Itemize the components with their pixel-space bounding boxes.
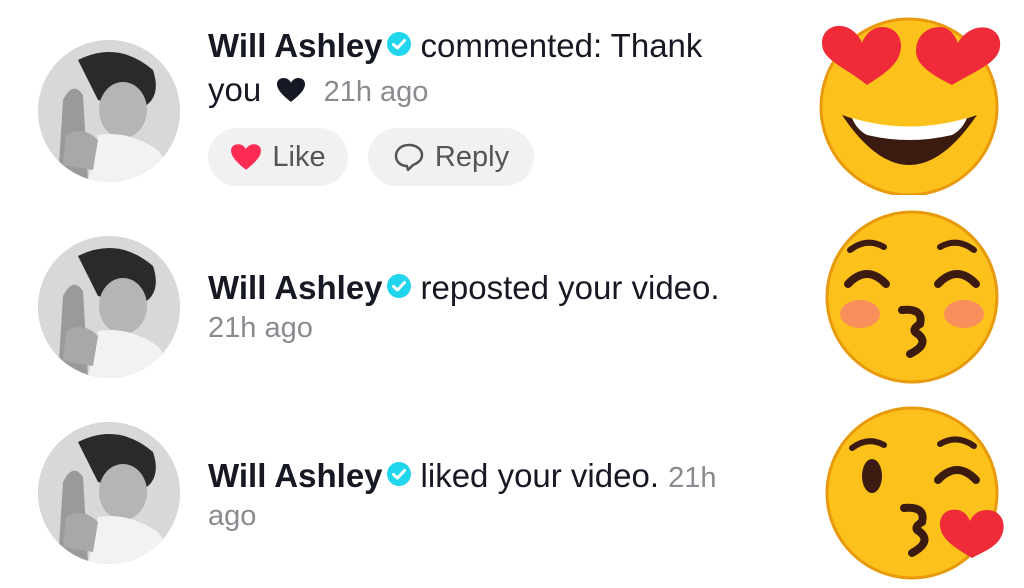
timestamp-part2: ago (208, 500, 257, 532)
action-text: reposted your video. (420, 269, 720, 306)
kissing-blush-emoji-icon (822, 202, 1002, 392)
notification-text-line2: you 21h ago (208, 68, 428, 114)
notification-time-line: ago (208, 492, 256, 538)
reply-label: Reply (434, 140, 510, 173)
avatar-photo (38, 40, 180, 182)
timestamp: 21h ago (323, 76, 429, 108)
speech-bubble-icon (394, 143, 424, 172)
notification-text: Will Ashley liked your video. 21h (208, 454, 717, 500)
verified-badge-icon (386, 32, 411, 56)
heart-eyes-emoji-icon (812, 5, 1007, 200)
action-text: commented: Thank (420, 27, 703, 64)
avatar-photo (38, 236, 180, 378)
avatar[interactable] (38, 40, 180, 182)
username[interactable]: Will Ashley (208, 269, 383, 306)
verified-badge-icon (386, 274, 411, 298)
action-text-cont: you (208, 71, 262, 108)
action-text: liked your video. (420, 457, 659, 494)
avatar[interactable] (38, 422, 180, 564)
avatar[interactable] (38, 236, 180, 378)
notification-time-line: 21h ago (208, 304, 313, 350)
timestamp: 21h ago (208, 312, 313, 344)
notification-text: Will Ashley commented: Thank (208, 24, 702, 68)
username[interactable]: Will Ashley (208, 457, 383, 494)
like-button[interactable]: Like (208, 128, 348, 186)
verified-badge-icon (386, 462, 411, 486)
heart-icon (231, 144, 262, 170)
kiss-wink-heart-emoji-icon (822, 398, 1017, 588)
black-heart-icon (277, 78, 306, 102)
timestamp-part1: 21h (668, 462, 717, 494)
username[interactable]: Will Ashley (208, 27, 383, 64)
reply-button[interactable]: Reply (368, 128, 534, 186)
like-label: Like (272, 140, 326, 173)
avatar-photo (38, 422, 180, 564)
